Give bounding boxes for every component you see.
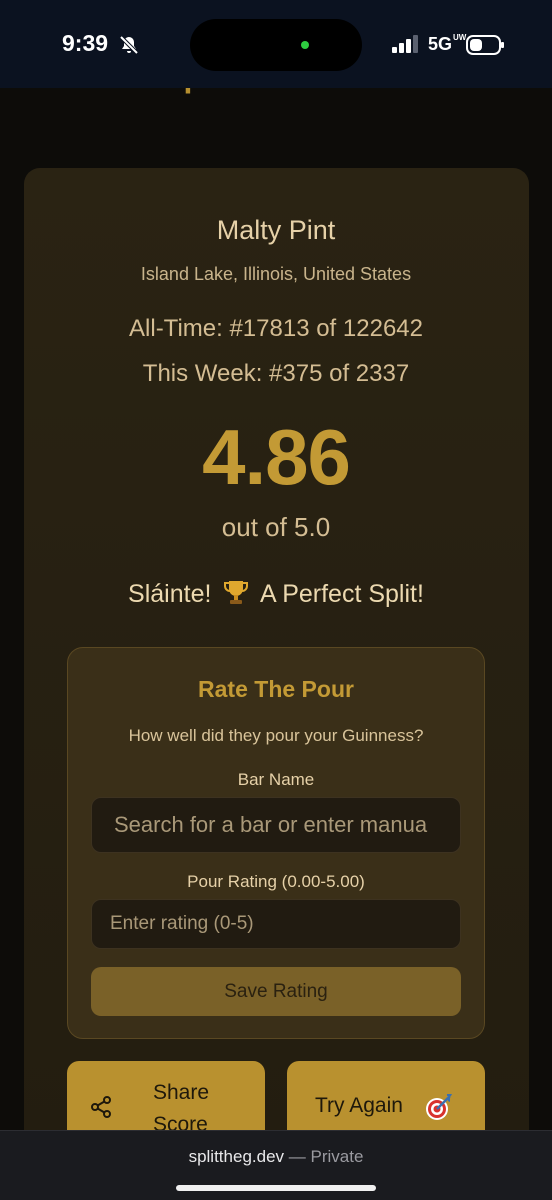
- verdict-text: Sláinte! A Perfect Split!: [0, 578, 552, 613]
- url-text: splittheg.dev: [188, 1147, 285, 1166]
- save-rating-button[interactable]: Save Rating: [91, 967, 461, 1016]
- pour-rating-label: Pour Rating (0.00-5.00): [187, 872, 365, 891]
- bell-off-icon: [118, 34, 140, 56]
- score-value: 4.86: [202, 413, 351, 501]
- all-time-rank: All-Time: #17813 of 122642: [129, 315, 423, 342]
- rate-title: Rate The Pour: [198, 676, 354, 702]
- network-sub: UW: [453, 33, 467, 42]
- score-scale: out of 5.0: [221, 512, 331, 542]
- url-separator: —: [284, 1147, 311, 1166]
- verdict-prefix: Sláinte!: [128, 580, 212, 608]
- trophy-icon: [222, 578, 250, 613]
- bar-location: Island Lake, Illinois, United States: [140, 264, 412, 284]
- network-label: 5GUW: [428, 34, 466, 55]
- home-indicator[interactable]: [176, 1185, 376, 1191]
- dynamic-island: [190, 19, 362, 71]
- share-icon: [89, 1095, 113, 1119]
- network-type: 5G: [428, 34, 453, 54]
- browser-bottom-bar: splittheg.dev — Private: [0, 1130, 552, 1200]
- status-time: 9:39: [62, 30, 109, 56]
- address-bar[interactable]: splittheg.dev — Private: [0, 1147, 552, 1167]
- try-again-label: Try Again: [315, 1094, 403, 1117]
- bar-name-label: Bar Name: [237, 770, 315, 789]
- verdict-suffix: A Perfect Split!: [259, 580, 424, 608]
- share-label-line1: Share: [153, 1081, 210, 1104]
- pour-rating-input[interactable]: [91, 899, 461, 949]
- status-bar: 9:39 5GUW: [0, 0, 552, 88]
- target-icon: [423, 1091, 455, 1123]
- camera-indicator-dot: [301, 41, 309, 49]
- private-mode-label: Private: [310, 1147, 364, 1166]
- bar-search-input[interactable]: [91, 797, 461, 853]
- signal-icon: [392, 35, 420, 53]
- bar-name: Malty Pint: [216, 215, 336, 245]
- battery-icon: [466, 34, 506, 56]
- weekly-rank: This Week: #375 of 2337: [142, 360, 410, 387]
- rate-subtitle: How well did they pour your Guinness?: [128, 726, 424, 745]
